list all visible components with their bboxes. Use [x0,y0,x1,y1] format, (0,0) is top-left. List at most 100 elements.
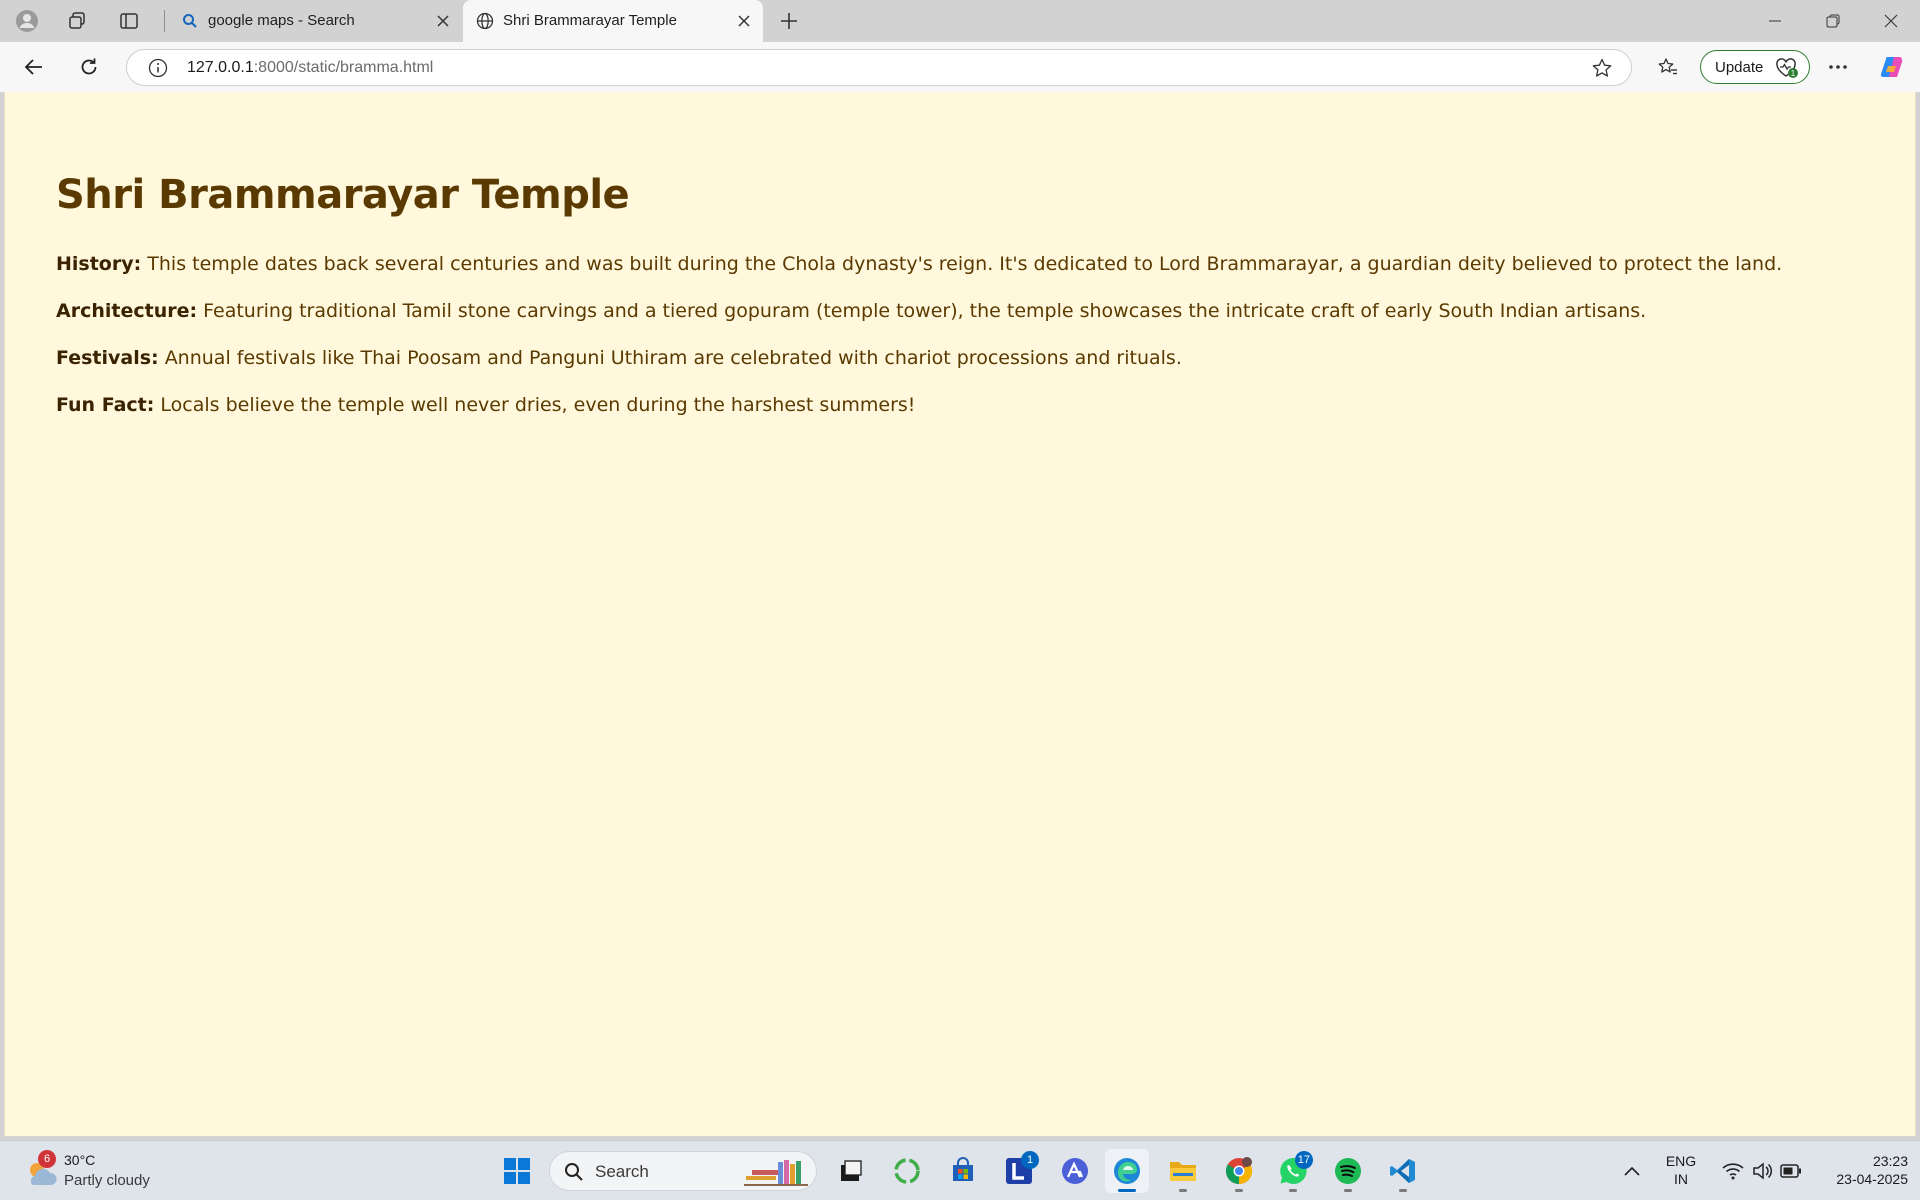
minimize-button[interactable] [1747,0,1803,42]
more-dots-icon [1829,65,1847,69]
close-icon [1884,14,1898,28]
festivals-paragraph: Festivals: Annual festivals like Thai Po… [56,347,1182,369]
workspaces-icon[interactable] [62,6,92,36]
running-indicator [1235,1189,1243,1192]
plus-icon [781,13,797,29]
vscode-app[interactable] [1381,1149,1425,1193]
update-button[interactable]: Update 1 [1700,50,1810,84]
settings-more-button[interactable] [1822,51,1854,83]
section-text: Featuring traditional Tamil stone carvin… [203,300,1647,322]
folder-icon [1170,1162,1196,1181]
microsoft-store-app[interactable] [941,1149,985,1193]
profile-avatar-icon[interactable] [12,6,42,36]
back-button[interactable] [18,51,50,83]
running-indicator [1179,1189,1187,1192]
edge-icon [1114,1158,1140,1184]
section-text: Annual festivals like Thai Poosam and Pa… [164,347,1182,369]
chrome-icon [1225,1157,1253,1185]
copilot-button[interactable] [1876,51,1908,83]
refresh-button[interactable] [73,51,105,83]
update-label: Update [1715,59,1764,76]
vscode-icon [1390,1159,1415,1183]
section-label: History: [56,253,142,275]
section-label: Fun Fact: [56,394,155,416]
favorites-button[interactable] [1652,51,1684,83]
task-view-app[interactable] [829,1149,873,1193]
tab-shri-brammarayar-temple[interactable]: Shri Brammarayar Temple [463,0,763,42]
clock[interactable]: 23:23 23-04-2025 [1808,1152,1908,1188]
quick-settings-button[interactable] [1712,1149,1812,1193]
search-icon [564,1162,584,1187]
favorites-icon [1658,58,1677,75]
restore-button[interactable] [1805,0,1861,42]
show-hidden-icons-button[interactable] [1610,1149,1654,1193]
browser-toolbar: 127.0.0.1:8000/static/bramma.html Update… [0,42,1920,92]
url-host: 127.0.0.1 [187,59,254,76]
weather-badge: 6 [38,1150,56,1168]
whatsapp-app[interactable]: 17 [1271,1149,1315,1193]
region-code: IN [1674,1171,1688,1187]
close-tab-icon[interactable] [432,10,454,32]
back-arrow-icon [24,59,42,75]
section-text: This temple dates back several centuries… [147,253,1783,275]
volume-icon [1753,1162,1772,1180]
tab-strip: google maps - Search Shri Brammarayar Te… [0,0,1920,42]
fun-fact-paragraph: Fun Fact: Locals believe the temple well… [56,394,915,416]
app-green-circle[interactable] [885,1149,929,1193]
page-title: Shri Brammarayar Temple [56,172,630,218]
tab-google-maps-search[interactable]: google maps - Search [168,0,462,42]
running-indicator [1289,1189,1297,1192]
start-button[interactable] [495,1149,539,1193]
section-label: Festivals: [56,347,159,369]
close-tab-icon[interactable] [733,10,755,32]
notification-badge: 1 [1021,1151,1039,1169]
edge-app[interactable] [1105,1149,1149,1193]
site-info-icon[interactable] [147,57,169,79]
favorite-star-icon[interactable] [1591,57,1613,79]
search-label: Search [595,1162,649,1181]
vertical-tabs-icon[interactable] [114,6,144,36]
running-indicator [1399,1189,1407,1192]
architecture-paragraph: Architecture: Featuring traditional Tami… [56,300,1646,322]
taskbar: 6 30°C Partly cloudy Search 1 17 ENG IN … [0,1140,1920,1200]
language-code: ENG [1665,1153,1697,1169]
battery-icon [1780,1164,1801,1178]
weather-widget[interactable]: 6 30°C Partly cloudy [24,1150,164,1194]
clock-time: 23:23 [1872,1153,1908,1169]
running-indicator [1344,1189,1352,1192]
clock-date: 23-04-2025 [1836,1171,1908,1187]
tab-title: google maps - Search [208,12,355,29]
minimize-icon [1769,20,1781,22]
taskbar-search[interactable]: Search [549,1151,817,1191]
chrome-app[interactable] [1217,1149,1261,1193]
arc-app-icon [1062,1158,1088,1184]
url-text: 127.0.0.1:8000/static/bramma.html [187,59,433,77]
windows-logo-icon [504,1158,530,1184]
section-text: Locals believe the temple well never dri… [160,394,916,416]
arc-app[interactable] [1053,1149,1097,1193]
tab-separator [164,10,165,32]
address-bar[interactable]: 127.0.0.1:8000/static/bramma.html [126,49,1632,86]
green-ring-app-icon [894,1158,920,1184]
svg-text:1: 1 [1791,69,1796,78]
language-indicator[interactable]: ENG IN [1656,1152,1706,1188]
books-illustration-icon [744,1156,808,1193]
file-explorer-app[interactable] [1161,1149,1205,1193]
wifi-icon [1722,1163,1744,1180]
globe-icon [475,11,495,31]
notification-badge: 17 [1294,1151,1313,1169]
page-viewport: Shri Brammarayar Temple History: This te… [4,92,1916,1136]
weather-temperature: 30°C [64,1152,96,1168]
refresh-icon [81,58,97,75]
spotify-app[interactable] [1326,1149,1370,1193]
close-window-button[interactable] [1863,0,1919,42]
lens-app[interactable]: 1 [997,1149,1041,1193]
store-icon [953,1157,973,1181]
health-heart-icon: 1 [1775,57,1798,79]
spotify-icon [1335,1158,1361,1184]
new-tab-button[interactable] [774,6,804,36]
weather-condition: Partly cloudy [64,1172,150,1189]
search-icon [180,11,200,31]
tab-title: Shri Brammarayar Temple [503,12,677,29]
restore-icon [1826,14,1840,28]
